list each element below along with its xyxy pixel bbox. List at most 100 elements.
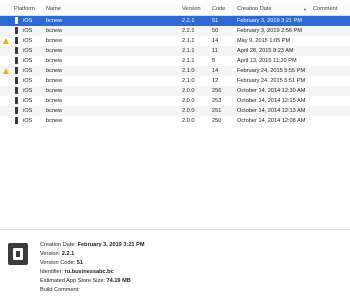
cell-creation-date: October 14, 2014 12:30 AM	[237, 88, 306, 94]
cell-platform: iOS	[23, 28, 33, 34]
cell-creation-date: April 28, 2015 8:23 AM	[237, 48, 294, 54]
detail-version-code: Version Code: 51	[40, 260, 83, 266]
column-version[interactable]: Version	[182, 6, 201, 12]
cell-platform: iOS	[23, 68, 33, 74]
cell-platform: iOS	[23, 38, 33, 44]
cell-creation-date: February 24, 2015 5:51 PM	[237, 78, 306, 84]
cell-version: 2.1.1	[182, 38, 195, 44]
table-row[interactable]: iOS bcnew 2.2.1 51 February 3, 2019 3:21 PM	[0, 16, 350, 26]
detail-size-value: 74.19 MB	[106, 278, 131, 284]
cell-platform: iOS	[23, 48, 33, 54]
iphone-icon	[15, 57, 18, 64]
table-row[interactable]: iOS bcnew 2.0.0 253 October 14, 2014 12:15 A…	[0, 96, 350, 106]
cell-platform: iOS	[23, 98, 33, 104]
warning-triangle-icon	[3, 38, 9, 44]
cell-code: 12	[212, 78, 219, 84]
cell-name: bcnew	[46, 18, 63, 24]
cell-code: 256	[212, 88, 222, 94]
detail-size: Estimated App Store Size: 74.19 MB	[40, 278, 131, 284]
column-platform[interactable]: Platform	[14, 6, 35, 12]
detail-version-value: 2.2.1	[61, 251, 75, 257]
detail-identifier-value: ru.businessabc.bc	[64, 269, 114, 275]
cell-version: 2.1.1	[182, 58, 195, 64]
table-row[interactable]: iOS bcnew 2.1.1 5 April 13, 2015 11:20 PM	[0, 56, 350, 66]
table-row[interactable]: iOS bcnew 2.0.0 251 October 14, 2014 12:13 A…	[0, 106, 350, 116]
cell-creation-date: October 14, 2014 12:08 AM	[237, 118, 306, 124]
cell-creation-date: February 3, 2019 3:21 PM	[237, 18, 302, 24]
cell-name: bcnew	[46, 58, 63, 64]
table-row[interactable]: iOS bcnew 2.1.0 12 February 24, 2015 5:51 PM	[0, 76, 350, 86]
cell-creation-date: October 14, 2014 12:13 AM	[237, 108, 306, 114]
cell-name: bcnew	[46, 48, 63, 54]
detail-version: Version: 2.2.1	[40, 251, 75, 257]
iphone-icon	[15, 37, 18, 44]
cell-version: 2.0.0	[182, 98, 195, 104]
cell-name: bcnew	[46, 38, 63, 44]
cell-name: bcnew	[46, 118, 63, 124]
column-comment[interactable]: Comment	[313, 6, 337, 12]
cell-creation-date: February 24, 2015 5:55 PM	[237, 68, 306, 74]
cell-name: bcnew	[46, 68, 63, 74]
table-row[interactable]: iOS bcnew 2.2.1 50 February 3, 2019 2:56 PM	[0, 26, 350, 36]
iphone-icon	[15, 47, 18, 54]
cell-name: bcnew	[46, 98, 63, 104]
cell-code: 5	[212, 58, 216, 64]
detail-divider	[0, 229, 350, 230]
cell-code: 14	[212, 68, 219, 74]
table-row[interactable]: iOS bcnew 2.1.1 11 April 28, 2015 8:23 AM	[0, 46, 350, 56]
table-header: Platform Name Version Code Creation Date…	[0, 4, 350, 16]
table-row[interactable]: iOS bcnew 2.1.0 14 February 24, 2015 5:55 PM	[0, 66, 350, 76]
warning-triangle-icon	[3, 68, 9, 74]
app-archive-icon	[8, 243, 28, 265]
cell-version: 2.0.0	[182, 108, 195, 114]
cell-code: 11	[212, 48, 218, 54]
detail-identifier: Identifier: ru.businessabc.bc	[40, 269, 114, 275]
cell-creation-date: April 13, 2015 11:20 PM	[237, 58, 297, 64]
column-creation-date[interactable]: Creation Date	[237, 6, 272, 12]
iphone-icon	[15, 107, 18, 114]
cell-code: 251	[212, 108, 222, 114]
iphone-icon	[15, 117, 18, 124]
cell-version: 2.0.0	[182, 88, 195, 94]
cell-platform: iOS	[23, 58, 33, 64]
column-name[interactable]: Name	[46, 6, 61, 12]
iphone-icon	[15, 17, 18, 24]
cell-platform: iOS	[23, 18, 33, 24]
cell-platform: iOS	[23, 78, 33, 84]
cell-code: 250	[212, 118, 222, 124]
iphone-icon	[15, 77, 18, 84]
cell-version: 2.1.0	[182, 78, 195, 84]
cell-version: 2.2.1	[182, 18, 195, 24]
detail-creation-date-value: February 3, 2019 3:21 PM	[77, 242, 145, 248]
column-code[interactable]: Code	[212, 6, 225, 12]
iphone-icon	[15, 67, 18, 74]
cell-code: 14	[212, 38, 219, 44]
table-row[interactable]: iOS bcnew 2.0.0 250 October 14, 2014 12:08 A…	[0, 116, 350, 126]
cell-platform: iOS	[23, 108, 33, 114]
archives-list: iOS bcnew 2.2.1 51 February 3, 2019 3:21 PM i…	[0, 16, 350, 126]
cell-version: 2.1.1	[182, 48, 195, 54]
iphone-icon	[15, 87, 18, 94]
detail-build-comment: Build Comment:	[40, 287, 80, 293]
cell-platform: iOS	[23, 118, 33, 124]
cell-code: 51	[212, 18, 219, 24]
table-row[interactable]: iOS bcnew 2.1.1 14 May 9, 2015 1:05 PM	[0, 36, 350, 46]
cell-name: bcnew	[46, 28, 63, 34]
cell-platform: iOS	[23, 88, 33, 94]
iphone-icon	[15, 27, 18, 34]
cell-creation-date: May 9, 2015 1:05 PM	[237, 38, 291, 44]
cell-name: bcnew	[46, 78, 63, 84]
detail-version-code-value: 51	[76, 260, 83, 266]
cell-code: 50	[212, 28, 219, 34]
cell-version: 2.1.0	[182, 68, 195, 74]
detail-creation-date: Creation Date: February 3, 2019 3:21 PM	[40, 242, 145, 248]
cell-name: bcnew	[46, 108, 63, 114]
table-row[interactable]: iOS bcnew 2.0.0 256 October 14, 2014 12:30 A…	[0, 86, 350, 96]
cell-version: 2.2.1	[182, 28, 195, 34]
cell-version: 2.0.0	[182, 118, 195, 124]
cell-code: 253	[212, 98, 222, 104]
sort-descending-icon: ▼	[303, 7, 307, 12]
cell-creation-date: February 3, 2019 2:56 PM	[237, 28, 302, 34]
cell-creation-date: October 14, 2014 12:15 AM	[237, 98, 306, 104]
iphone-icon	[15, 97, 18, 104]
